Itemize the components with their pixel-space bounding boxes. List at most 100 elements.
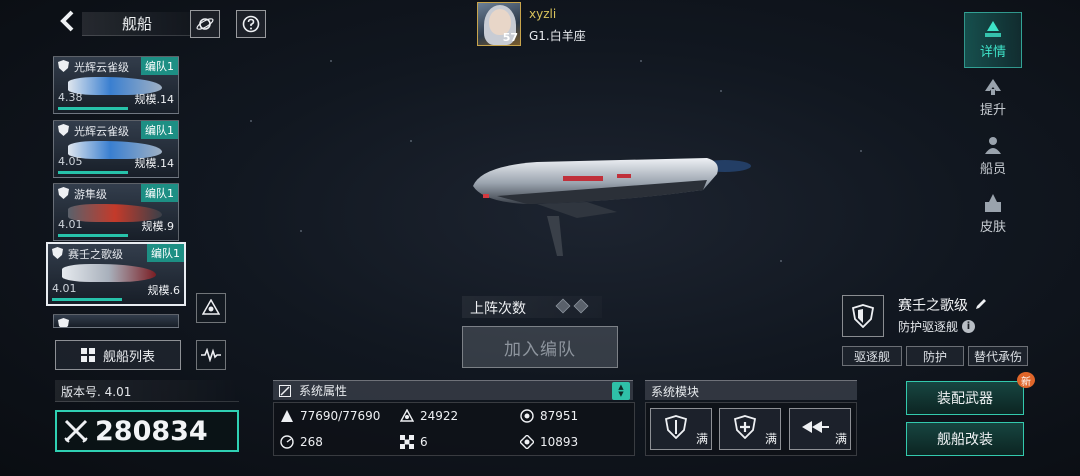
attr-value: 77690/77690	[300, 409, 381, 423]
ship-card[interactable]: 光辉云雀级 编队1 4.38 规模.14	[53, 56, 179, 114]
ship-card-score: 4.01	[52, 282, 77, 295]
ship-card[interactable]: 光辉云雀级 编队1 4.05 规模.14	[53, 120, 179, 178]
waveform-icon	[201, 348, 221, 362]
durability-icon	[281, 410, 293, 422]
player-rank: G1.白羊座	[529, 29, 586, 43]
page-title: 舰船	[122, 15, 153, 33]
grid-icon	[80, 348, 95, 362]
ship-refit-button[interactable]: 舰船改装	[906, 422, 1024, 456]
modules-header: 系统模块	[645, 380, 857, 400]
module-slot[interactable]: 满	[650, 408, 712, 450]
question-icon	[242, 15, 260, 33]
tab-crew[interactable]: 船员	[964, 128, 1022, 184]
tab-details[interactable]: 详情	[964, 12, 1022, 68]
progress-bar	[52, 298, 122, 301]
ship-card-score: 4.38	[58, 91, 83, 104]
firepower-icon	[520, 409, 534, 423]
join-fleet-button[interactable]: 加入编队	[462, 326, 618, 368]
tab-label: 皮肤	[979, 219, 1006, 235]
tab-skin[interactable]: 皮肤	[964, 186, 1022, 242]
fleet-badge: 编队1	[147, 244, 184, 262]
ship-list-button[interactable]: 舰船列表	[55, 340, 181, 370]
module-status: 满	[764, 432, 777, 446]
crossed-swords-icon	[64, 419, 88, 443]
username: xyzli	[529, 7, 557, 21]
tab-label: 船员	[979, 161, 1006, 177]
stats-button[interactable]	[196, 340, 226, 370]
ship-role: 防护驱逐舰 i	[898, 318, 976, 335]
module-slot[interactable]: 满	[789, 408, 851, 450]
attr-value: 6	[420, 435, 428, 449]
diamond-icon	[555, 298, 571, 314]
role-tag: 替代承伤	[968, 346, 1028, 366]
progress-bar	[58, 171, 128, 174]
ship-card-partial[interactable]	[53, 314, 179, 328]
shield-class-icon	[56, 186, 70, 200]
ship-card-scale: 规模.14	[134, 157, 175, 170]
equip-weapons-button[interactable]: 装配武器	[906, 381, 1024, 415]
attr-value: 24922	[420, 409, 459, 423]
fleet-badge: 编队1	[141, 57, 178, 75]
energy-icon	[520, 435, 534, 449]
attributes-panel: 77690/77690 24922 87951 268 6 10893	[273, 402, 635, 456]
shield-class-icon	[56, 59, 70, 73]
shield-class-icon	[56, 317, 70, 327]
ship-card-name: 游隼级	[74, 188, 107, 201]
fleet-filter-icon	[202, 299, 220, 315]
attr-value: 10893	[540, 435, 579, 449]
module-status: 满	[834, 432, 847, 446]
planet-button[interactable]	[190, 10, 220, 38]
combat-power: 280834	[55, 410, 239, 452]
ship-thumbnail	[62, 264, 156, 282]
shield-class-icon	[50, 246, 64, 260]
fleet-filter-button[interactable]	[196, 293, 226, 323]
attr-armor: 24922	[400, 409, 458, 423]
ship-refit-label: 舰船改装	[937, 432, 993, 448]
edit-pencil-icon[interactable]	[975, 298, 987, 310]
upgrade-icon	[985, 78, 1001, 95]
ship-card-selected[interactable]: 赛壬之歌级 编队1 4.01 规模.6	[46, 242, 186, 306]
arrow-down-icon: ▼	[618, 390, 624, 398]
attributes-toggle-button[interactable]: ▲ ▼	[612, 382, 630, 400]
equip-weapons-label: 装配武器	[937, 391, 993, 407]
ship-card-scale: 规模.14	[134, 93, 175, 106]
evasion-icon	[400, 435, 414, 449]
ship-card-name: 光辉云雀级	[74, 125, 129, 138]
attr-value: 87951	[540, 409, 579, 423]
attr-durability: 77690/77690	[280, 409, 380, 423]
player-level: 57	[502, 31, 518, 44]
ship-card-scale: 规模.6	[147, 284, 181, 297]
fleet-badge: 编队1	[141, 121, 178, 139]
attr-speed: 268	[280, 435, 323, 449]
shield-class-icon	[56, 123, 70, 137]
attributes-icon	[279, 384, 291, 397]
armor-icon	[400, 409, 414, 422]
planet-icon	[196, 18, 214, 30]
speed-icon	[280, 435, 294, 449]
spaceship-illustration	[473, 158, 751, 256]
ship-name-text: 赛壬之歌级	[898, 298, 968, 314]
new-badge: 新	[1017, 372, 1035, 388]
shield-module-icon	[665, 415, 687, 439]
ship-role-text: 防护驱逐舰	[898, 320, 959, 334]
details-icon	[985, 20, 1001, 37]
ship-class-badge	[842, 295, 884, 337]
attr-evasion: 6	[400, 435, 428, 449]
attributes-title: 系统属性	[299, 384, 348, 398]
module-slot[interactable]: 满	[719, 408, 781, 450]
help-button[interactable]	[236, 10, 266, 38]
ship-model[interactable]	[467, 158, 751, 256]
ship-card-score: 4.01	[58, 218, 83, 231]
info-icon[interactable]: i	[962, 320, 976, 333]
deploy-count-indicator	[555, 298, 589, 314]
tab-upgrade[interactable]: 提升	[964, 70, 1022, 126]
back-button[interactable]	[52, 10, 82, 38]
role-tag: 防护	[906, 346, 964, 366]
progress-bar	[58, 107, 128, 110]
skin-icon	[985, 193, 1001, 212]
tab-label: 提升	[979, 102, 1006, 118]
shield-class-icon	[852, 304, 874, 328]
avatar[interactable]: 57	[477, 2, 521, 46]
attr-value: 268	[300, 435, 323, 449]
ship-card[interactable]: 游隼级 编队1 4.01 规模.9	[53, 183, 179, 241]
